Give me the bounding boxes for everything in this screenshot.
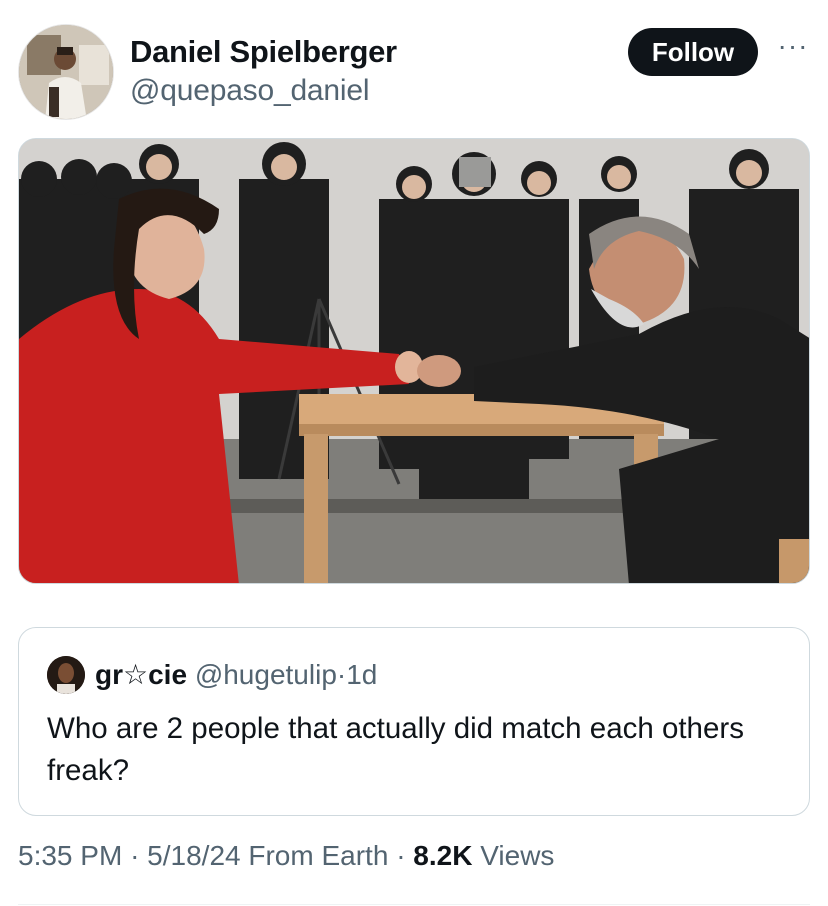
tweet-date[interactable]: 5/18/24 xyxy=(147,840,240,871)
tweet-footer: 5:35 PM · 5/18/24 From Earth · 8.2K View… xyxy=(18,840,554,872)
views-count[interactable]: 8.2K xyxy=(413,840,472,871)
quoted-author-name[interactable]: gr☆cie xyxy=(95,659,187,690)
quoted-tweet[interactable]: gr☆cie @hugetulip·1d Who are 2 people th… xyxy=(18,627,810,816)
quoted-author-avatar[interactable] xyxy=(47,656,85,694)
tweet-header: Daniel Spielberger @quepaso_daniel Follo… xyxy=(18,22,810,122)
author-name[interactable]: Daniel Spielberger xyxy=(130,34,397,70)
divider xyxy=(18,904,810,905)
quoted-meta: gr☆cie @hugetulip·1d xyxy=(95,658,377,691)
author-handle[interactable]: @quepaso_daniel xyxy=(130,74,370,108)
footer-separator: · xyxy=(130,840,140,871)
views-label: Views xyxy=(480,840,555,871)
quoted-author-handle[interactable]: @hugetulip xyxy=(195,659,337,690)
tweet-media-photo[interactable] xyxy=(18,138,810,584)
quoted-age[interactable]: 1d xyxy=(346,659,377,690)
photo-illustration xyxy=(19,139,809,583)
quoted-text: Who are 2 people that actually did match… xyxy=(47,712,744,787)
quoted-avatar-photo xyxy=(47,656,85,694)
tweet-source: From Earth xyxy=(248,840,389,871)
quoted-meta-separator: · xyxy=(336,659,347,690)
follow-button[interactable]: Follow xyxy=(628,28,758,76)
tweet-time[interactable]: 5:35 PM xyxy=(18,840,122,871)
more-horizontal-icon[interactable]: ··· xyxy=(776,32,810,66)
author-avatar[interactable] xyxy=(18,24,114,120)
avatar-photo xyxy=(19,25,113,119)
footer-separator: · xyxy=(396,840,406,871)
